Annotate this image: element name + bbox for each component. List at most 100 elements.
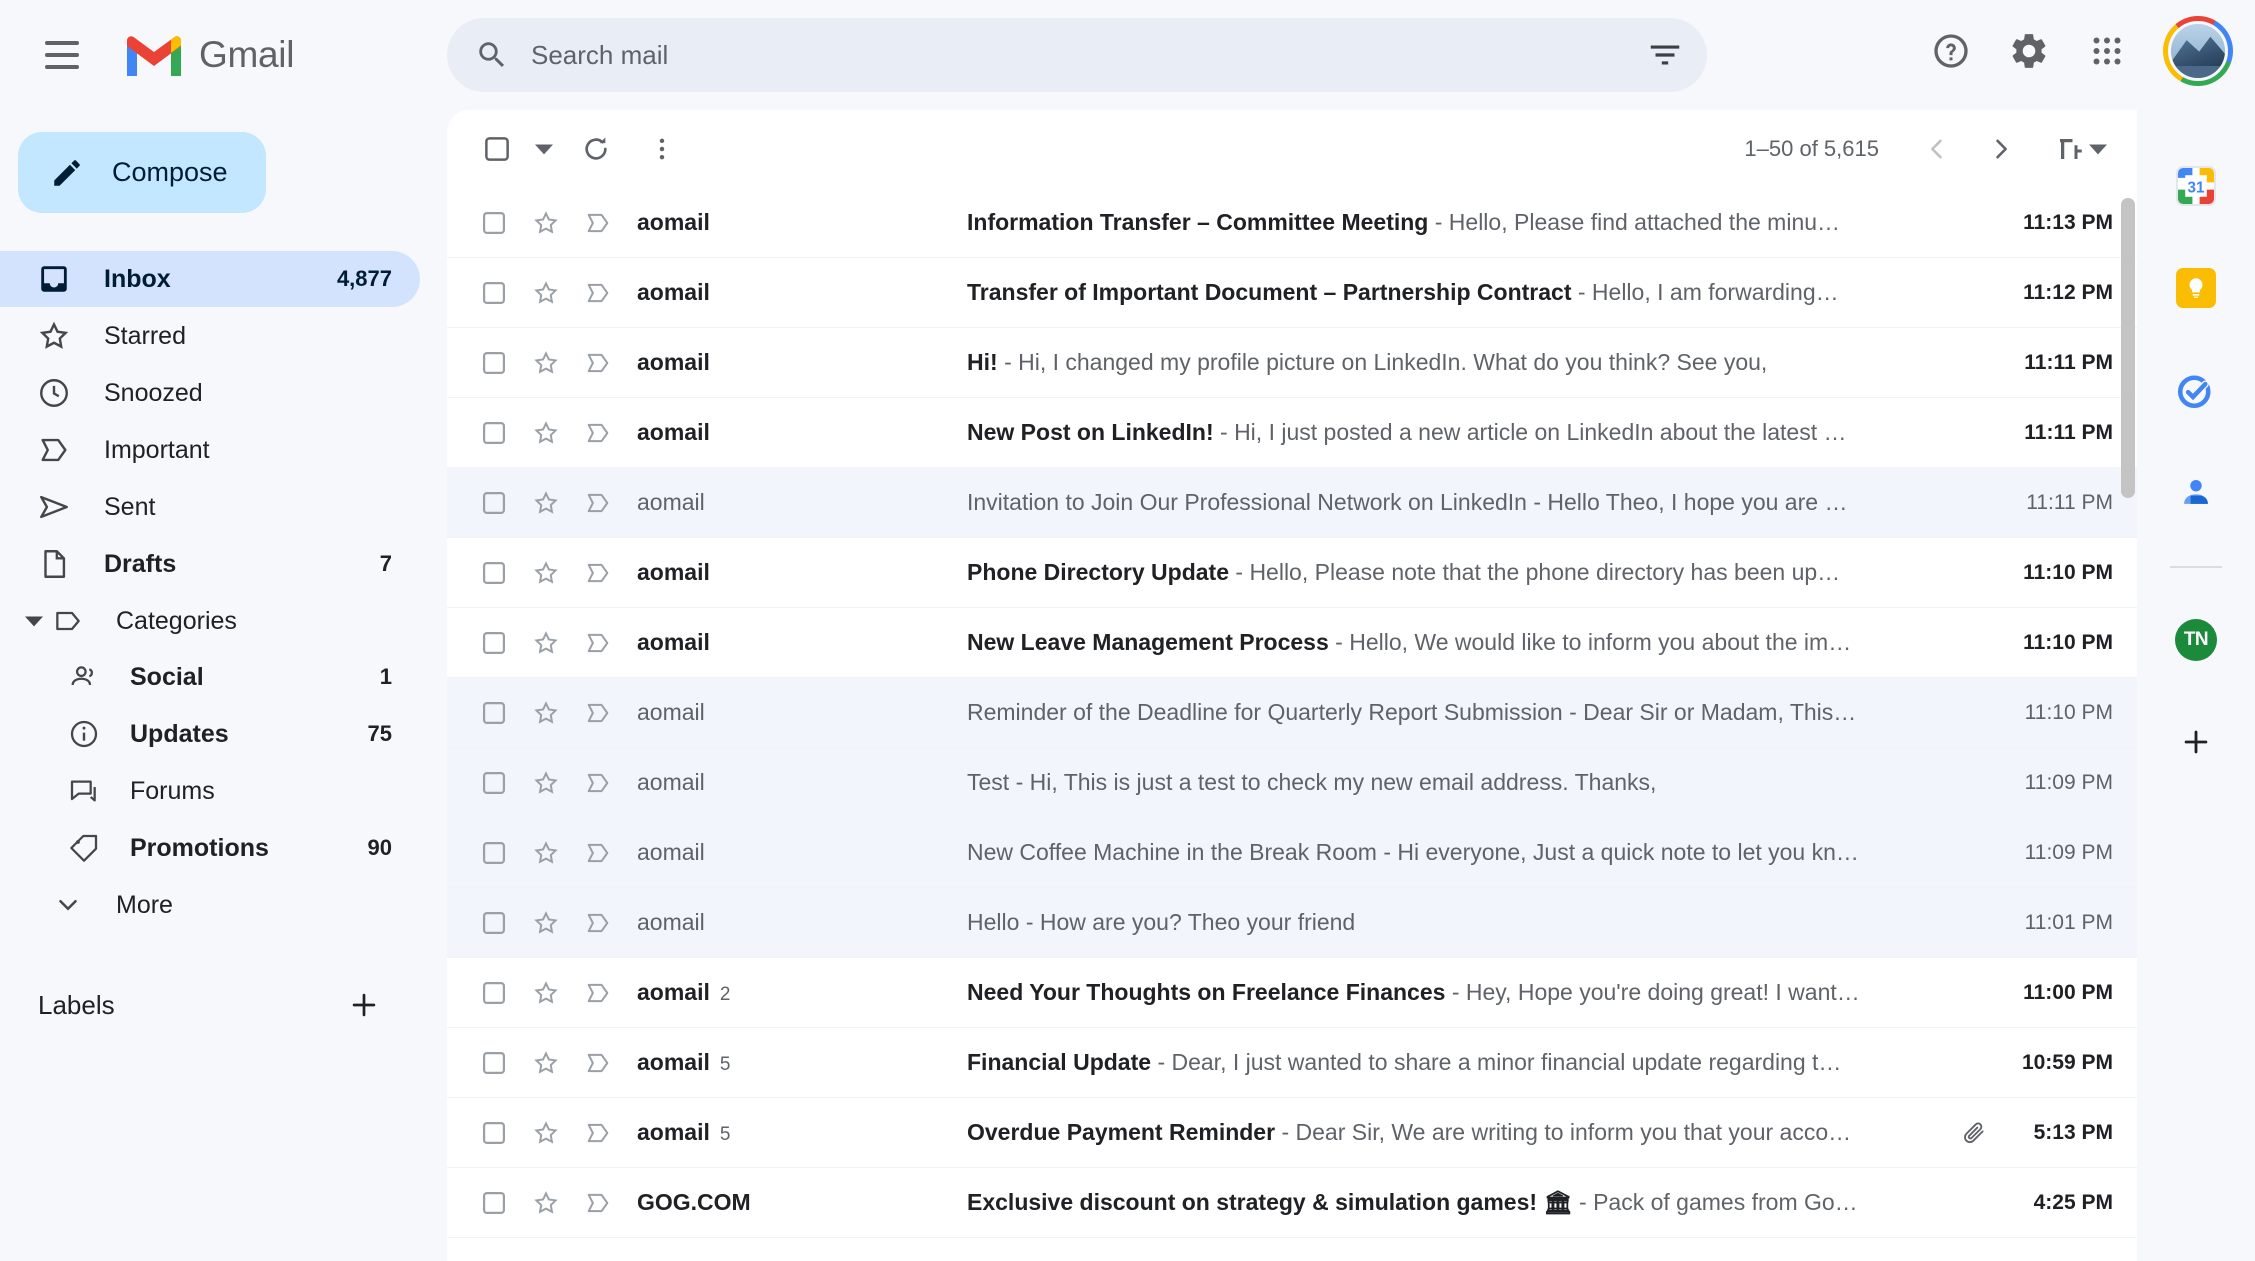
calendar-icon[interactable]: 31 [2162, 152, 2230, 220]
apps-grid-icon[interactable] [2073, 17, 2141, 85]
search-icon[interactable] [475, 38, 509, 72]
addon-tn-button[interactable]: TN [2162, 606, 2230, 674]
row-checkbox[interactable] [471, 419, 517, 447]
star-icon[interactable] [523, 489, 569, 517]
row-checkbox[interactable] [471, 279, 517, 307]
email-row[interactable]: aomail Hello - How are you? Theo your fri… [447, 888, 2137, 958]
important-icon[interactable] [575, 909, 621, 937]
sidebar-item-snoozed[interactable]: Snoozed [0, 365, 420, 421]
sidebar-item-sent[interactable]: Sent [0, 479, 420, 535]
star-icon[interactable] [523, 349, 569, 377]
important-icon[interactable] [575, 1049, 621, 1077]
sidebar-item-important[interactable]: Important [0, 422, 420, 478]
email-row[interactable]: aomail 5 Overdue Payment Reminder - Dear S… [447, 1098, 2137, 1168]
star-icon[interactable] [523, 979, 569, 1007]
row-checkbox[interactable] [471, 1049, 517, 1077]
row-checkbox[interactable] [471, 699, 517, 727]
email-row[interactable]: aomail New Coffee Machine in the Break Ro… [447, 818, 2137, 888]
email-row[interactable]: aomail Test - Hi, This is just a test to … [447, 748, 2137, 818]
add-addon-button[interactable] [2162, 708, 2230, 776]
row-checkbox[interactable] [471, 1189, 517, 1217]
important-icon[interactable] [575, 349, 621, 377]
sender-name: aomail [637, 629, 710, 655]
important-icon[interactable] [575, 839, 621, 867]
sidebar-item-forums[interactable]: Forums [0, 763, 420, 819]
email-row[interactable]: aomail 5 Financial Update - Dear, I just w… [447, 1028, 2137, 1098]
next-page-button[interactable] [1971, 119, 2031, 179]
email-row[interactable]: aomail Information Transfer – Committee M… [447, 188, 2137, 258]
email-row[interactable]: aomail New Post on LinkedIn! - Hi, I just… [447, 398, 2137, 468]
row-checkbox[interactable] [471, 769, 517, 797]
important-icon[interactable] [575, 769, 621, 797]
sidebar-item-more[interactable]: More [0, 877, 420, 933]
important-icon[interactable] [575, 489, 621, 517]
sidebar-item-inbox[interactable]: Inbox 4,877 [0, 251, 420, 307]
row-checkbox[interactable] [471, 209, 517, 237]
email-row[interactable]: GOG.COM Exclusive discount on strategy & … [447, 1168, 2137, 1238]
sidebar-item-updates[interactable]: Updates 75 [0, 706, 420, 762]
important-icon[interactable] [575, 559, 621, 587]
email-row[interactable]: aomail Transfer of Important Document – P… [447, 258, 2137, 328]
important-icon[interactable] [575, 979, 621, 1007]
row-checkbox[interactable] [471, 559, 517, 587]
row-checkbox[interactable] [471, 629, 517, 657]
star-icon[interactable] [523, 209, 569, 237]
email-row[interactable]: aomail Hi! - Hi, I changed my profile pic… [447, 328, 2137, 398]
important-icon[interactable] [575, 1189, 621, 1217]
input-density-button[interactable] [2047, 134, 2115, 164]
email-row[interactable]: aomail Reminder of the Deadline for Quart… [447, 678, 2137, 748]
compose-button[interactable]: Compose [18, 132, 266, 213]
sidebar-item-social[interactable]: Social 1 [0, 649, 420, 705]
row-checkbox[interactable] [471, 979, 517, 1007]
sidebar-item-starred[interactable]: Starred [0, 308, 420, 364]
gear-icon[interactable] [1995, 17, 2063, 85]
hamburger-icon[interactable] [27, 20, 97, 90]
avatar[interactable] [2163, 16, 2233, 86]
plus-icon[interactable] [342, 983, 386, 1027]
star-icon[interactable] [523, 839, 569, 867]
sidebar-categories-header[interactable]: Categories [0, 593, 420, 649]
star-icon[interactable] [523, 1049, 569, 1077]
important-icon[interactable] [575, 699, 621, 727]
help-icon[interactable] [1917, 17, 1985, 85]
refresh-icon[interactable] [565, 118, 627, 180]
important-icon[interactable] [575, 419, 621, 447]
star-icon[interactable] [523, 769, 569, 797]
email-row[interactable]: aomail Invitation to Join Our Professiona… [447, 468, 2137, 538]
email-sender: aomail 2 [637, 979, 967, 1006]
sidebar-item-drafts[interactable]: Drafts 7 [0, 536, 420, 592]
star-icon[interactable] [523, 279, 569, 307]
star-icon[interactable] [523, 699, 569, 727]
tasks-icon[interactable] [2162, 356, 2230, 424]
email-row[interactable]: aomail New Leave Management Process - Hel… [447, 608, 2137, 678]
more-vertical-icon[interactable] [631, 118, 693, 180]
email-row[interactable]: aomail Phone Directory Update - Hello, Pl… [447, 538, 2137, 608]
select-all-caret-icon[interactable] [527, 123, 561, 175]
star-icon[interactable] [523, 559, 569, 587]
select-all-checkbox[interactable] [471, 123, 523, 175]
star-icon[interactable] [523, 1119, 569, 1147]
star-icon[interactable] [523, 419, 569, 447]
row-checkbox[interactable] [471, 1119, 517, 1147]
important-icon[interactable] [575, 1119, 621, 1147]
contacts-icon[interactable] [2162, 458, 2230, 526]
row-checkbox[interactable] [471, 349, 517, 377]
row-checkbox[interactable] [471, 489, 517, 517]
star-icon[interactable] [523, 629, 569, 657]
important-icon[interactable] [575, 279, 621, 307]
email-row[interactable]: aomail 2 Need Your Thoughts on Freelance F… [447, 958, 2137, 1028]
tune-filter-icon[interactable] [1629, 19, 1701, 91]
star-icon[interactable] [523, 1189, 569, 1217]
search-bar[interactable] [447, 18, 1707, 92]
mail-scrollbar[interactable] [2119, 198, 2137, 1261]
sidebar-item-promotions[interactable]: Promotions 90 [0, 820, 420, 876]
scrollbar-thumb[interactable] [2121, 198, 2135, 498]
important-icon[interactable] [575, 209, 621, 237]
keep-icon[interactable] [2162, 254, 2230, 322]
row-checkbox[interactable] [471, 839, 517, 867]
important-icon[interactable] [575, 629, 621, 657]
star-icon[interactable] [523, 909, 569, 937]
row-checkbox[interactable] [471, 909, 517, 937]
prev-page-button[interactable] [1907, 119, 1967, 179]
search-input[interactable] [531, 39, 1629, 71]
